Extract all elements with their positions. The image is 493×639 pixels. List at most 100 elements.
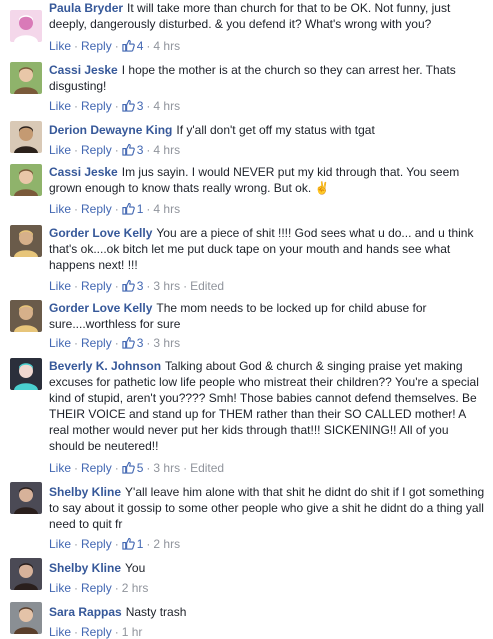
like-link[interactable]: Like [49, 625, 71, 639]
reply-link[interactable]: Reply [81, 143, 112, 157]
comment-body: Derion Dewayne King If y'all don't get of… [49, 122, 487, 138]
separator-dot: · [74, 336, 79, 350]
comment-timestamp[interactable]: 3 hrs [153, 461, 180, 475]
reply-link[interactable]: Reply [81, 202, 112, 216]
separator-dot: · [146, 537, 151, 551]
commenter-name-link[interactable]: Cassi Jeske [49, 165, 118, 179]
separator-dot: · [146, 279, 151, 293]
avatar[interactable] [10, 558, 42, 590]
thumbs-up-icon[interactable] [122, 279, 135, 295]
commenter-name-link[interactable]: Paula Bryder [49, 1, 123, 15]
separator-dot: · [114, 39, 119, 53]
avatar[interactable] [10, 10, 42, 42]
comment-timestamp[interactable]: 4 hrs [153, 99, 180, 113]
separator-dot: · [114, 336, 119, 350]
edited-label[interactable]: Edited [190, 279, 224, 293]
thumbs-up-icon[interactable] [122, 336, 135, 352]
reply-link[interactable]: Reply [81, 336, 112, 350]
avatar[interactable] [10, 358, 42, 390]
like-link[interactable]: Like [49, 99, 71, 113]
comment-timestamp[interactable]: 3 hrs [153, 279, 180, 293]
reply-link[interactable]: Reply [81, 461, 112, 475]
separator-dot: · [74, 99, 79, 113]
reply-link[interactable]: Reply [81, 625, 112, 639]
like-link[interactable]: Like [49, 537, 71, 551]
comment-timestamp[interactable]: 2 hrs [153, 537, 180, 551]
commenter-name-link[interactable]: Cassi Jeske [49, 63, 118, 77]
comment-actions: Like · Reply · 3 · 4 hrs [49, 143, 180, 159]
comment-text: If y'all don't get off my status with tg… [176, 123, 375, 137]
reply-link[interactable]: Reply [81, 39, 112, 53]
like-link[interactable]: Like [49, 461, 71, 475]
reply-link[interactable]: Reply [81, 99, 112, 113]
separator-dot: · [114, 202, 119, 216]
separator-dot: · [74, 537, 79, 551]
like-link[interactable]: Like [49, 336, 71, 350]
commenter-name-link[interactable]: Shelby Kline [49, 561, 121, 575]
comment-timestamp[interactable]: 4 hrs [153, 143, 180, 157]
comment-timestamp[interactable]: 3 hrs [153, 336, 180, 350]
comment-timestamp[interactable]: 4 hrs [153, 39, 180, 53]
comment-actions: Like · Reply · 1 · 2 hrs [49, 537, 180, 553]
like-link[interactable]: Like [49, 279, 71, 293]
comment-body: Shelby Kline You [49, 560, 487, 576]
comment-text: Talking about God & church & singing pra… [49, 359, 479, 453]
reply-link[interactable]: Reply [81, 537, 112, 551]
separator-dot: · [146, 336, 151, 350]
separator-dot: · [146, 461, 151, 475]
reply-link[interactable]: Reply [81, 581, 112, 595]
thumbs-up-icon[interactable] [122, 99, 135, 115]
comment-actions: Like · Reply · 1 hr [49, 625, 142, 639]
comment-body: Beverly K. Johnson Talking about God & ch… [49, 358, 487, 454]
comment-body: Cassi Jeske Im jus sayin. I would NEVER p… [49, 164, 487, 196]
comment-actions: Like · Reply · 4 · 4 hrs [49, 39, 180, 55]
comment-timestamp[interactable]: 4 hrs [153, 202, 180, 216]
comment-actions: Like · Reply · 3 · 3 hrs [49, 336, 180, 352]
thumbs-up-icon[interactable] [122, 39, 135, 55]
separator-dot: · [146, 202, 151, 216]
separator-dot: · [183, 279, 188, 293]
commenter-name-link[interactable]: Sara Rappas [49, 605, 122, 619]
separator-dot: · [74, 581, 79, 595]
separator-dot: · [183, 461, 188, 475]
avatar[interactable] [10, 602, 42, 634]
like-link[interactable]: Like [49, 581, 71, 595]
comment-timestamp[interactable]: 1 hr [122, 625, 143, 639]
comment-text: Nasty trash [125, 605, 187, 619]
separator-dot: · [74, 461, 79, 475]
commenter-name-link[interactable]: Shelby Kline [49, 485, 121, 499]
separator-dot: · [146, 39, 151, 53]
comment-actions: Like · Reply · 3 · 4 hrs [49, 99, 180, 115]
like-link[interactable]: Like [49, 202, 71, 216]
comment-actions: Like · Reply · 1 · 4 hrs [49, 202, 180, 218]
comment-body: Shelby Kline Y'all leave him alone with t… [49, 484, 487, 532]
thumbs-up-icon[interactable] [122, 537, 135, 553]
separator-dot: · [114, 461, 119, 475]
avatar[interactable] [10, 164, 42, 196]
commenter-name-link[interactable]: Derion Dewayne King [49, 123, 172, 137]
thumbs-up-icon[interactable] [122, 461, 135, 477]
commenter-name-link[interactable]: Beverly K. Johnson [49, 359, 161, 373]
separator-dot: · [74, 279, 79, 293]
avatar[interactable] [10, 62, 42, 94]
avatar[interactable] [10, 300, 42, 332]
edited-label[interactable]: Edited [190, 461, 224, 475]
commenter-name-link[interactable]: Gorder Love Kelly [49, 301, 152, 315]
like-link[interactable]: Like [49, 143, 71, 157]
thumbs-up-icon[interactable] [122, 143, 135, 159]
like-link[interactable]: Like [49, 39, 71, 53]
comment-timestamp[interactable]: 2 hrs [122, 581, 149, 595]
separator-dot: · [74, 39, 79, 53]
separator-dot: · [146, 143, 151, 157]
commenter-name-link[interactable]: Gorder Love Kelly [49, 226, 152, 240]
separator-dot: · [114, 143, 119, 157]
separator-dot: · [74, 143, 79, 157]
comment-actions: Like · Reply · 2 hrs [49, 581, 148, 595]
comment-thread: Paula Bryder It will take more than churc… [0, 0, 493, 639]
avatar[interactable] [10, 121, 42, 153]
avatar[interactable] [10, 225, 42, 257]
avatar[interactable] [10, 482, 42, 514]
thumbs-up-icon[interactable] [122, 202, 135, 218]
reply-link[interactable]: Reply [81, 279, 112, 293]
separator-dot: · [114, 625, 119, 639]
